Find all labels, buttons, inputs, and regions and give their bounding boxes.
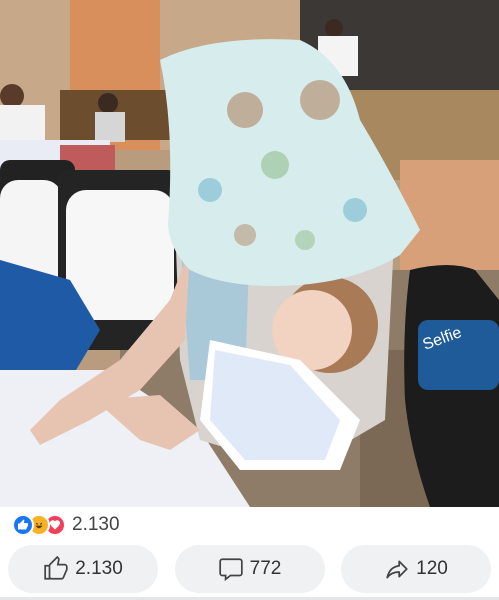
- reaction-count[interactable]: 2.130: [72, 514, 120, 536]
- share-count: 120: [416, 558, 448, 579]
- reaction-icons: [12, 514, 66, 536]
- comment-count: 772: [249, 558, 282, 579]
- share-icon: [386, 560, 408, 579]
- like-count: 2.130: [75, 558, 123, 579]
- comment-icon: [218, 558, 243, 582]
- thumbs-up-icon: [44, 556, 68, 580]
- post-actions-bar: 2.130 772 120: [0, 545, 499, 597]
- like-button[interactable]: 2.130: [8, 545, 158, 593]
- like-reaction-icon: [12, 514, 34, 536]
- share-button[interactable]: 120: [341, 545, 491, 593]
- comment-button[interactable]: 772: [174, 545, 325, 593]
- post-photo[interactable]: Selfie: [0, 0, 499, 507]
- reactions-summary[interactable]: 2.130: [0, 507, 499, 543]
